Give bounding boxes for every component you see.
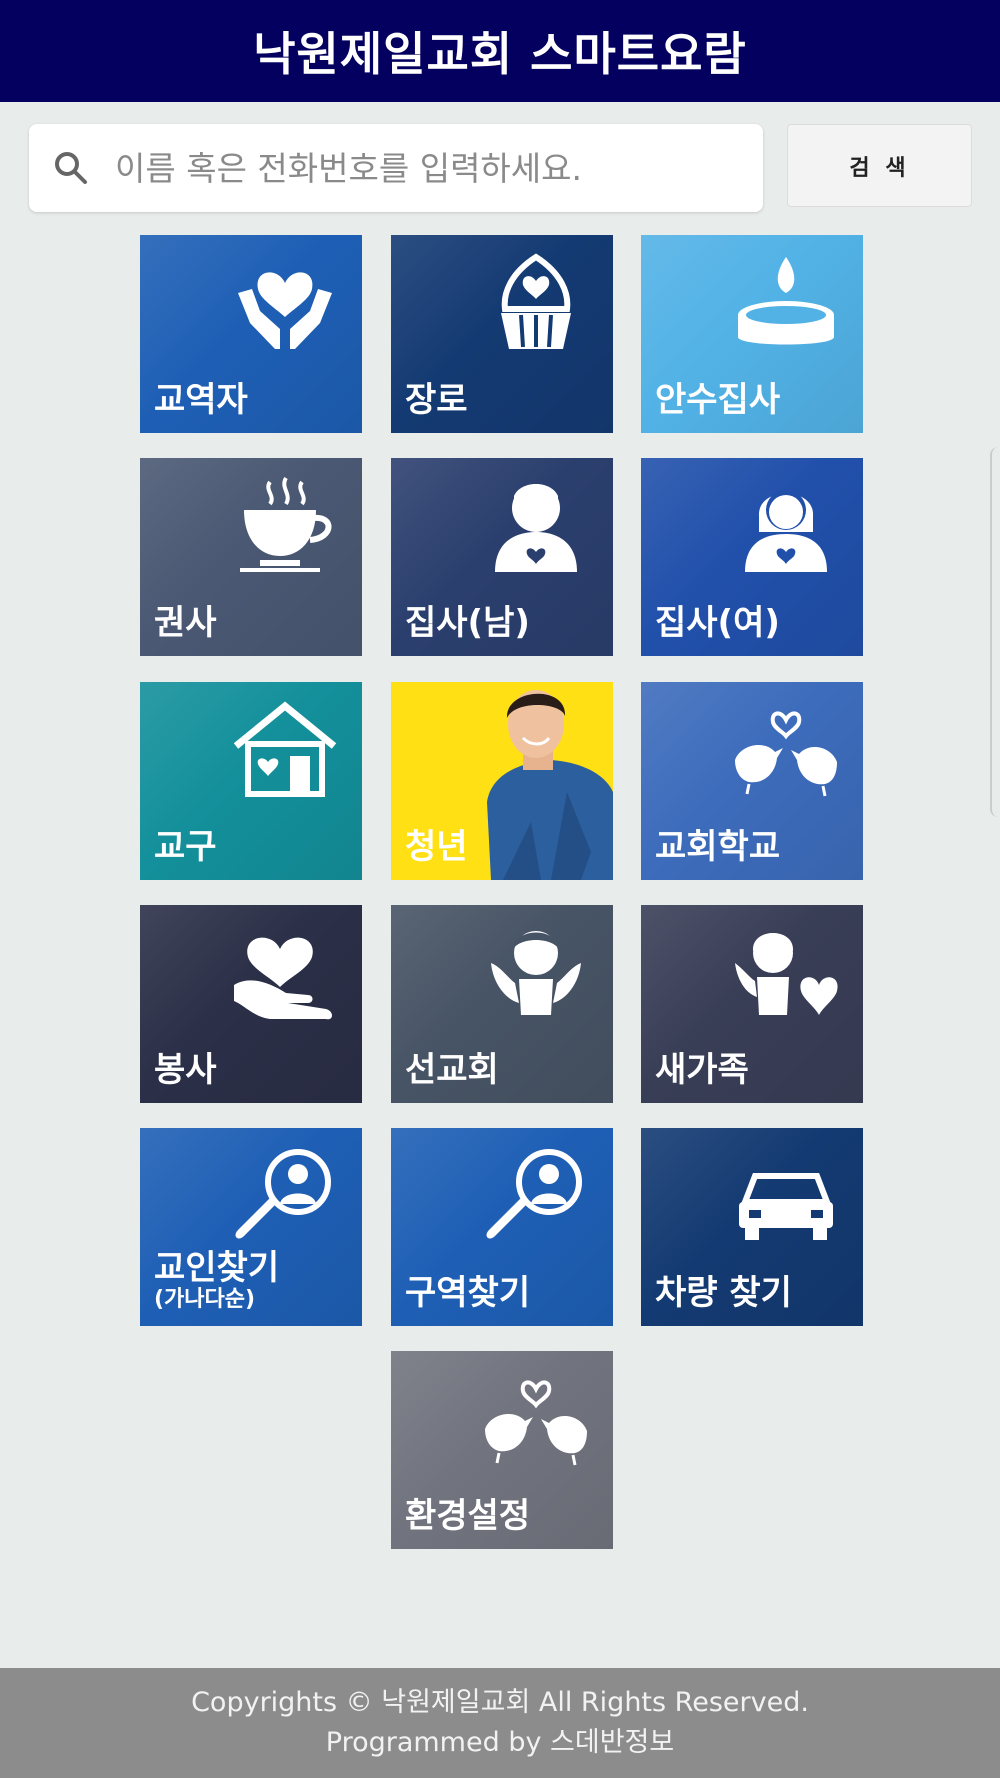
tile-label: 권사 [154, 602, 217, 643]
magnifier-person-icon [486, 1149, 582, 1239]
woman-heart-icon [745, 490, 827, 572]
hand-heart-icon [234, 937, 332, 1020]
tile-label: 장로 [405, 379, 468, 420]
tile-label: 차량 찾기 [655, 1272, 792, 1313]
coffee-cup-icon [240, 476, 332, 572]
tile-kwonsa[interactable]: 권사 [140, 458, 362, 656]
tile-label: 안수집사 [655, 379, 781, 420]
scroll-edge-handle[interactable] [990, 447, 1000, 817]
candle-icon [738, 257, 834, 345]
tile-sublabel: (가나다순) [154, 1286, 256, 1312]
magnifier-person-icon [235, 1149, 331, 1239]
tile-deacons-female[interactable]: 집사(여) [641, 458, 863, 656]
cupcake-heart-icon [501, 253, 571, 349]
tile-label: 구역찾기 [405, 1272, 531, 1313]
programmer-credit: Programmed by 스데반정보 [325, 1727, 675, 1758]
search-input[interactable] [115, 148, 735, 188]
tile-label: 선교회 [405, 1049, 499, 1090]
tile-label: 봉사 [154, 1049, 217, 1090]
tile-ordained-deacons[interactable]: 안수집사 [641, 235, 863, 433]
app-header: 낙원제일교회 스마트요람 [0, 0, 1000, 102]
tile-label-main: 교인찾기 [154, 1248, 280, 1289]
tile-label: 청년 [405, 826, 468, 867]
tile-deacons-male[interactable]: 집사(남) [391, 458, 613, 656]
copyright-text: Copyrights © 낙원제일교회 All Rights Reserved. [191, 1687, 809, 1718]
tile-settings[interactable]: 환경설정 [391, 1351, 613, 1549]
tile-label: 교회학교 [655, 826, 781, 867]
tile-new-family[interactable]: 새가족 [641, 905, 863, 1103]
tile-label: 새가족 [655, 1049, 749, 1090]
tile-find-member[interactable]: 교인찾기 (가나다순) [140, 1128, 362, 1326]
hands-heart-icon [238, 272, 332, 349]
tile-label: 교역자 [154, 379, 248, 420]
tile-label: 교인찾기 (가나다순) [154, 1250, 279, 1312]
tile-ministers[interactable]: 교역자 [140, 235, 362, 433]
footer: Copyrights © 낙원제일교회 All Rights Reserved.… [0, 1668, 1000, 1778]
tile-church-school[interactable]: 교회학교 [641, 682, 863, 880]
tile-elders[interactable]: 장로 [391, 235, 613, 433]
tile-mission[interactable]: 선교회 [391, 905, 613, 1103]
page-title: 낙원제일교회 스마트요람 [253, 27, 747, 81]
tile-label: 환경설정 [405, 1495, 531, 1536]
search-bar[interactable] [29, 124, 763, 212]
tile-district[interactable]: 교구 [140, 682, 362, 880]
tile-label: 집사(남) [405, 602, 530, 643]
tile-find-district[interactable]: 구역찾기 [391, 1128, 613, 1326]
tile-find-vehicle[interactable]: 차량 찾기 [641, 1128, 863, 1326]
car-icon [739, 1173, 833, 1240]
birds-heart-icon [735, 711, 837, 797]
tile-label: 집사(여) [655, 602, 780, 643]
cupid-heart-icon [735, 933, 838, 1015]
man-heart-icon [495, 484, 577, 572]
tile-service[interactable]: 봉사 [140, 905, 362, 1103]
tile-youth[interactable]: 청년 [391, 682, 613, 880]
search-button[interactable]: 검 색 [787, 124, 972, 207]
birds-heart-icon [485, 1380, 587, 1466]
search-icon [55, 152, 87, 184]
tile-label: 교구 [154, 826, 217, 867]
house-heart-icon [233, 701, 337, 797]
angel-icon [491, 931, 581, 1015]
